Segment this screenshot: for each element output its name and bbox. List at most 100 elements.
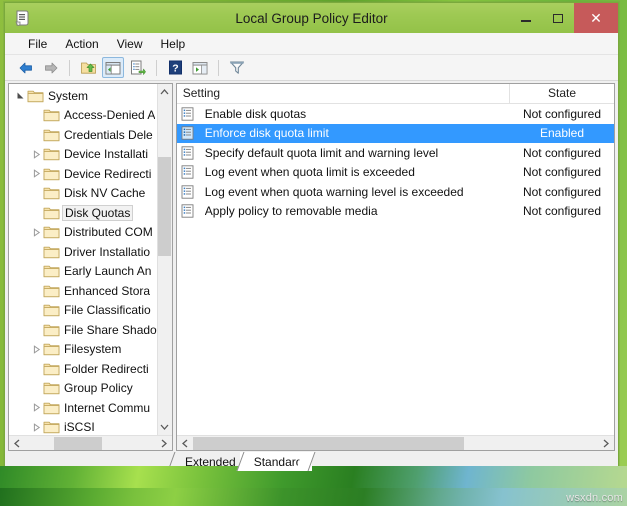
settings-list-pane: Setting State Enable disk quotas Not conf… [175,83,615,451]
tree-item[interactable]: Enhanced Stora [9,281,157,301]
chevron-right-icon[interactable] [29,342,43,356]
tree-item-label: Device Installati [64,147,149,162]
help-icon[interactable]: ? [164,57,186,78]
twisty-placeholder [29,362,43,376]
menu-action[interactable]: Action [56,35,107,53]
back-arrow-icon[interactable] [15,57,37,78]
tree-item[interactable]: File Share Shado [9,320,157,340]
tree-item[interactable]: System [9,86,157,106]
tab-standard-label: Standard [253,454,303,469]
table-row[interactable]: Enable disk quotas Not configured [177,104,614,124]
chevron-right-icon[interactable] [29,225,43,239]
tree-item[interactable]: Disk Quotas [9,203,157,223]
tree-vscroll-track[interactable] [157,100,172,419]
toolbar-separator [218,59,219,76]
minimize-button[interactable] [510,3,542,33]
chevron-right-icon[interactable] [29,167,43,181]
chevron-right-icon[interactable] [29,401,43,415]
table-row[interactable]: Specify default quota limit and warning … [177,143,614,163]
tree-item[interactable]: File Classificatio [9,301,157,321]
folder-icon [43,264,60,278]
tree-item[interactable]: Early Launch An [9,262,157,282]
folder-icon [43,245,60,259]
tree-item[interactable]: Credentials Dele [9,125,157,145]
scroll-up-icon[interactable] [157,84,172,100]
settings-list[interactable]: Enable disk quotas Not configured Enforce … [176,104,614,435]
tree-item[interactable]: Folder Redirecti [9,359,157,379]
tree-item[interactable]: Distributed COM [9,223,157,243]
tree-vscroll-thumb[interactable] [158,157,172,257]
tree-item-label: System [48,88,89,103]
tree-item[interactable]: Filesystem [9,340,157,360]
close-button[interactable]: ✕ [574,3,618,33]
tree-horizontal-scrollbar[interactable] [9,435,172,450]
table-row[interactable]: Enforce disk quota limit Enabled [176,123,614,143]
scroll-right-icon[interactable] [598,436,614,451]
table-row[interactable]: Log event when quota limit is exceeded No… [177,163,614,183]
tree-item[interactable]: Device Installati [9,145,157,165]
properties-icon[interactable] [189,57,211,78]
twisty-placeholder [29,381,43,395]
tree-item[interactable]: Internet Commu [9,398,157,418]
up-one-level-icon[interactable] [77,57,99,78]
title-bar[interactable]: Local Group Policy Editor ✕ [5,3,618,33]
scroll-left-icon[interactable] [177,436,193,451]
folder-icon [43,128,60,142]
table-row[interactable]: Apply policy to removable media Not confi… [177,202,614,222]
tree-item[interactable]: iSCSI [9,418,157,436]
tree-item-label: Group Policy [64,381,133,396]
setting-name: Enable disk quotas [204,106,307,121]
maximize-button[interactable] [542,3,574,33]
tree-item[interactable]: Device Redirecti [9,164,157,184]
tree-item[interactable]: Disk NV Cache [9,184,157,204]
policy-tree[interactable]: System Access-Denied A Credentials Dele Dev… [9,84,157,435]
table-row[interactable]: Log event when quota warning level is ex… [177,182,614,202]
list-hscroll-track[interactable] [192,436,598,451]
menu-file[interactable]: File [19,35,56,53]
policy-setting-icon [181,204,201,218]
column-header-state[interactable]: State [510,84,614,103]
folder-icon [43,147,60,161]
tree-hscroll-thumb[interactable] [53,436,103,450]
tree-item-label: Device Redirecti [64,166,152,181]
twisty-placeholder [29,128,43,142]
forward-arrow-icon[interactable] [40,57,62,78]
policy-setting-icon [181,185,201,199]
chevron-right-icon[interactable] [29,420,43,434]
tree-item[interactable]: Access-Denied A [9,106,157,126]
menu-view[interactable]: View [108,35,152,53]
twisty-placeholder [29,323,43,337]
folder-icon [43,186,60,200]
scroll-left-icon[interactable] [9,436,25,451]
svg-text:?: ? [172,62,178,74]
menu-help[interactable]: Help [152,35,195,53]
menu-bar: File Action View Help [5,33,618,55]
tree-item-label: Filesystem [64,342,122,357]
twisty-placeholder [29,206,43,220]
tree-item-label: Early Launch An [64,264,152,279]
filter-icon[interactable] [226,57,248,78]
watermark: wsxdn.com [566,492,623,504]
tree-hscroll-track[interactable] [25,436,156,451]
tree-item[interactable]: Group Policy [9,379,157,399]
local-group-policy-editor-window: Local Group Policy Editor ✕ File Action … [4,2,619,494]
tree-item-label: Internet Commu [64,400,151,415]
show-hide-console-tree-icon[interactable] [102,57,124,78]
chevron-down-icon[interactable] [13,89,27,103]
scroll-right-icon[interactable] [156,436,172,451]
column-header-setting[interactable]: Setting [177,84,510,103]
setting-state: Not configured [522,204,602,219]
scroll-down-icon[interactable] [157,419,172,435]
setting-name: Apply policy to removable media [204,204,378,219]
tree-item-label: Disk NV Cache [64,186,146,201]
list-hscroll-thumb[interactable] [192,436,465,450]
tab-standard[interactable]: Standard [239,452,313,471]
setting-state: Not configured [522,184,602,199]
tree-vertical-scrollbar[interactable] [156,84,172,435]
tree-item-label: Credentials Dele [64,127,153,142]
tree-item[interactable]: Driver Installatio [9,242,157,262]
folder-icon [43,225,60,239]
list-horizontal-scrollbar[interactable] [176,435,614,451]
chevron-right-icon[interactable] [29,147,43,161]
export-list-icon[interactable] [127,57,149,78]
